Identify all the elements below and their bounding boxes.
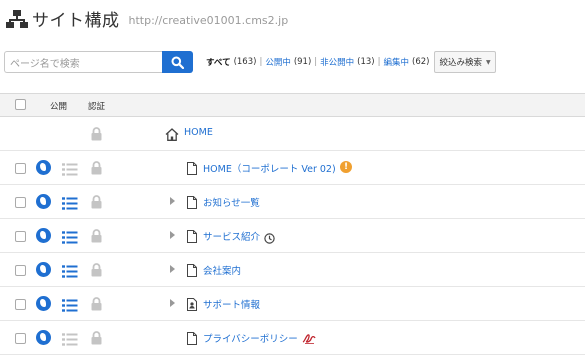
table-row[interactable]: HOME（コーポレート Ver 02)! [0, 151, 585, 185]
select-all-checkbox[interactable] [15, 99, 26, 110]
publish-globe-icon[interactable] [36, 194, 51, 209]
table-row[interactable]: プライバシーポリシー [0, 321, 585, 355]
row-checkbox[interactable] [15, 231, 26, 242]
table-body: HOME HOME（コーポレート Ver 02)! お知らせ一覧 サービス紹介 会社案内… [0, 117, 585, 355]
filter-published-count: (91) [293, 57, 312, 67]
page-icon [187, 228, 197, 247]
page-name-link[interactable]: サービス紹介 [203, 229, 260, 243]
refine-search-dropdown[interactable]: 絞込み検索 ▼ [434, 51, 496, 73]
table-row[interactable]: サービス紹介 [0, 219, 585, 253]
page-icon [187, 194, 197, 213]
lock-icon[interactable] [91, 330, 102, 349]
expand-arrow-icon[interactable] [170, 231, 175, 239]
home-icon [165, 126, 179, 145]
warning-icon: ! [340, 161, 352, 173]
lock-icon[interactable] [91, 296, 102, 315]
row-checkbox[interactable] [15, 197, 26, 208]
page-name-link[interactable]: プライバシーポリシー [203, 331, 298, 345]
table-row[interactable]: HOME [0, 117, 585, 151]
user-page-icon [187, 296, 197, 315]
search-icon [171, 56, 184, 69]
publish-globe-icon[interactable] [36, 262, 51, 277]
table-row[interactable]: サポート情報 [0, 287, 585, 321]
page-name-link[interactable]: 会社案内 [203, 263, 241, 277]
row-checkbox[interactable] [15, 163, 26, 174]
lock-icon[interactable] [91, 126, 102, 145]
lock-icon[interactable] [91, 160, 102, 179]
clock-icon [264, 229, 275, 248]
table-row[interactable]: 会社案内 [0, 253, 585, 287]
page-icon [187, 262, 197, 281]
row-checkbox[interactable] [15, 265, 26, 276]
col-auth: 認証 [88, 102, 106, 112]
site-tree-table: 公開 認証 HOME HOME（コーポレート Ver 02)! お知らせ一覧 サービス… [0, 93, 585, 355]
filter-unpublished[interactable]: 非公開中 [320, 56, 354, 68]
page-header: サイト構成 http://creative01001.cms2.jp [0, 0, 585, 37]
publish-globe-icon[interactable] [36, 160, 51, 175]
page-name-link[interactable]: HOME [184, 127, 213, 138]
filter-all[interactable]: すべて [206, 56, 231, 68]
list-icon[interactable] [62, 331, 78, 350]
page-title: サイト構成 [32, 11, 120, 31]
filter-all-count: (163) [233, 57, 257, 67]
col-publish: 公開 [50, 102, 68, 112]
list-icon[interactable] [62, 195, 78, 214]
page-name-link[interactable]: お知らせ一覧 [203, 195, 260, 209]
list-icon[interactable] [62, 297, 78, 316]
table-header: 公開 認証 [0, 93, 585, 117]
page-name-link[interactable]: サポート情報 [203, 297, 260, 311]
expand-arrow-icon[interactable] [170, 299, 175, 307]
row-checkbox[interactable] [15, 299, 26, 310]
sitemap-icon [6, 9, 28, 28]
filter-editing[interactable]: 編集中 [384, 56, 410, 68]
lock-icon[interactable] [91, 228, 102, 247]
publish-globe-icon[interactable] [36, 296, 51, 311]
signature-icon [302, 330, 316, 349]
list-icon[interactable] [62, 161, 78, 180]
expand-arrow-icon[interactable] [170, 197, 175, 205]
status-filters: すべて (163) | 公開中 (91) | 非公開中 (13) | 編集中 (… [206, 56, 430, 68]
table-row[interactable]: お知らせ一覧 [0, 185, 585, 219]
page-icon [187, 330, 197, 349]
publish-globe-icon[interactable] [36, 330, 51, 345]
filter-published[interactable]: 公開中 [265, 56, 291, 68]
lock-icon[interactable] [91, 194, 102, 213]
page-icon [187, 160, 197, 179]
row-checkbox[interactable] [15, 333, 26, 344]
search-input[interactable]: ページ名で検索 [4, 51, 162, 73]
publish-globe-icon[interactable] [36, 228, 51, 243]
page-name-link[interactable]: HOME（コーポレート Ver 02) [203, 161, 336, 175]
search-button[interactable] [162, 51, 193, 73]
filter-editing-count: (62) [412, 57, 430, 67]
site-url[interactable]: http://creative01001.cms2.jp [129, 14, 289, 27]
expand-arrow-icon[interactable] [170, 265, 175, 273]
filter-unpublished-count: (13) [357, 57, 375, 67]
list-icon[interactable] [62, 263, 78, 282]
refine-search-label: 絞込み検索 [439, 58, 482, 68]
lock-icon[interactable] [91, 262, 102, 281]
list-icon[interactable] [62, 229, 78, 248]
toolbar: ページ名で検索 すべて (163) | 公開中 (91) | 非公開中 (13)… [4, 50, 585, 74]
chevron-down-icon: ▼ [485, 58, 491, 66]
